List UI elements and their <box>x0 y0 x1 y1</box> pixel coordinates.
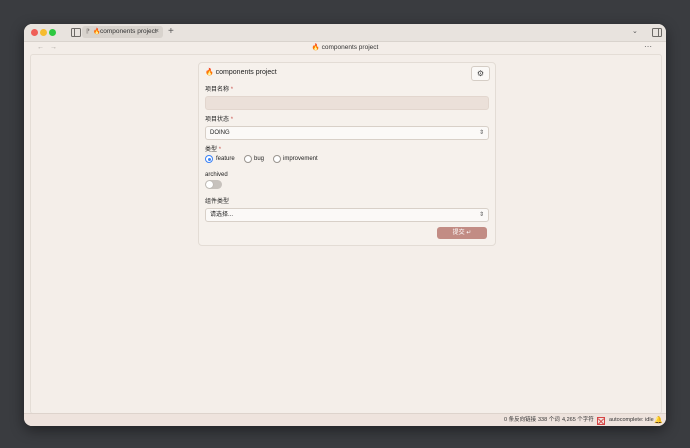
settings-button[interactable]: ⚙ <box>471 66 490 81</box>
component-type-label: 组件类型 <box>205 199 230 205</box>
tab-list-chevron-icon[interactable]: ⌄ <box>632 26 638 38</box>
back-arrow-icon[interactable]: ← <box>37 42 44 53</box>
content-area: 🔥 components project ⚙ 项目名称 * 项目状态 * DOI… <box>30 54 662 414</box>
backlinks-count[interactable]: 0 条反向链接 <box>504 414 536 426</box>
tab-title: components project <box>100 28 157 35</box>
pin-icon: ⁋ <box>86 29 90 35</box>
right-sidebar-toggle-icon[interactable] <box>652 28 662 37</box>
required-mark: * <box>230 87 234 93</box>
select-arrows-icon: ⇕ <box>478 212 484 218</box>
radio-bug[interactable] <box>244 155 252 163</box>
close-window-button[interactable] <box>31 29 38 36</box>
component-type-select[interactable]: 请选择... ⇕ <box>205 208 489 222</box>
project-name-input[interactable] <box>205 96 489 110</box>
required-mark: * <box>230 117 234 123</box>
maximize-window-button[interactable] <box>49 29 56 36</box>
status-bar: 0 条反向链接 338 个词 4,265 个字符 autocomplete: i… <box>24 413 666 426</box>
radio-feature-label[interactable]: feature <box>216 155 235 163</box>
char-count: 4,265 个字符 <box>562 417 594 423</box>
word-count: 338 个词 <box>538 417 560 423</box>
radio-feature[interactable] <box>205 155 213 163</box>
toggle-knob <box>206 181 213 188</box>
archived-toggle[interactable] <box>205 180 222 189</box>
project-name-label: 项目名称 * <box>205 87 234 93</box>
view-header: 🔥 components project ← → ⋯ <box>24 42 666 53</box>
gear-icon: ⚙ <box>476 69 485 78</box>
broken-link-icon[interactable] <box>597 417 605 425</box>
tab-components-project[interactable]: ⁋ 🔥 components project × <box>82 26 163 38</box>
archived-label: archived <box>205 172 228 178</box>
project-status-select[interactable]: DOING ⇕ <box>205 126 489 140</box>
select-arrows-icon: ⇕ <box>478 130 484 136</box>
type-label: 类型 * <box>205 147 222 153</box>
project-status-label: 项目状态 * <box>205 117 234 123</box>
view-title: 🔥 components project <box>311 44 379 51</box>
required-mark: * <box>218 147 222 153</box>
app-window: ⁋ 🔥 components project × + ⌄ 🔥 component… <box>24 24 666 426</box>
form-title: 🔥 components project <box>205 69 277 76</box>
submit-button[interactable]: 提交 ↵ <box>437 227 487 239</box>
radio-improvement-label[interactable]: improvement <box>283 155 318 163</box>
minimize-window-button[interactable] <box>40 29 47 36</box>
close-tab-icon[interactable]: × <box>155 26 159 38</box>
component-type-placeholder: 请选择... <box>210 212 234 218</box>
bell-icon[interactable]: 🔔 <box>654 414 663 426</box>
autocomplete-status: autocomplete: idle <box>609 417 654 423</box>
more-options-icon[interactable]: ⋯ <box>644 41 652 52</box>
new-tab-button[interactable]: + <box>168 25 174 39</box>
project-form-card: 🔥 components project ⚙ 项目名称 * 项目状态 * DOI… <box>198 62 496 246</box>
forward-arrow-icon[interactable]: → <box>50 42 57 53</box>
title-bar: ⁋ 🔥 components project × + ⌄ <box>24 24 666 42</box>
radio-bug-label[interactable]: bug <box>254 155 264 163</box>
project-status-value: DOING <box>210 130 230 136</box>
left-sidebar-toggle-icon[interactable] <box>71 28 81 37</box>
radio-improvement[interactable] <box>273 155 281 163</box>
